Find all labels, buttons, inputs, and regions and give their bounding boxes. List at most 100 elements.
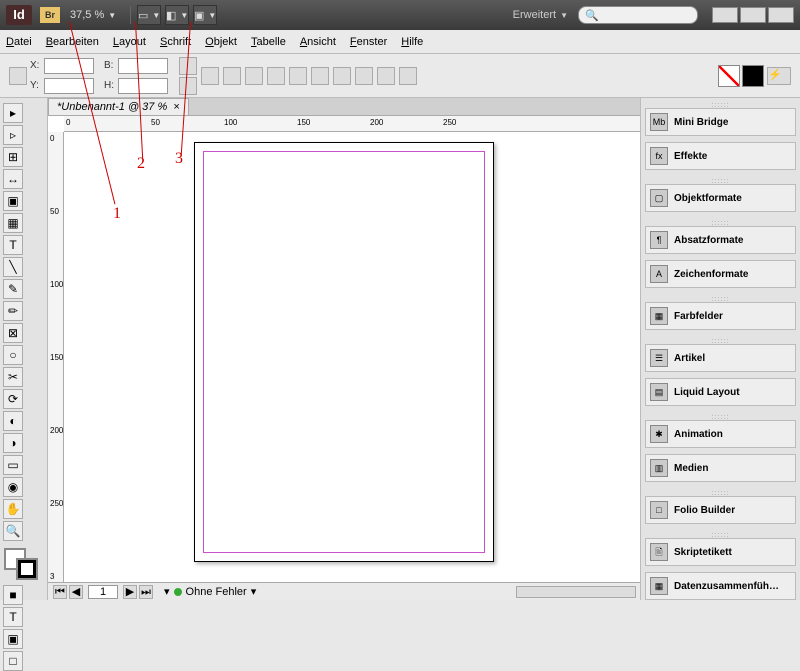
vertical-ruler[interactable]: 0 50 100 150 200 250 3 xyxy=(48,132,64,582)
select-container[interactable] xyxy=(289,67,307,85)
panel-effekte[interactable]: fxEffekte xyxy=(645,142,796,170)
pencil-tool[interactable]: ✏ xyxy=(3,301,23,321)
content-placer[interactable]: ▦ xyxy=(3,213,23,233)
preflight-status-icon xyxy=(174,588,182,596)
flip-h[interactable] xyxy=(245,67,263,85)
tab-close-icon[interactable]: × xyxy=(173,101,179,113)
workspace-label: Erweitert xyxy=(513,9,556,21)
free-transform-tool[interactable]: ⟳ xyxy=(3,389,23,409)
menu-schrift[interactable]: Schrift xyxy=(160,36,191,48)
pen-tool[interactable]: ✎ xyxy=(3,279,23,299)
note-tool[interactable]: ▭ xyxy=(3,455,23,475)
rotate-field[interactable] xyxy=(201,67,219,85)
x-label: X: xyxy=(30,60,44,71)
horizontal-ruler[interactable]: 0 50 100 150 200 250 xyxy=(64,116,640,132)
arrange-button[interactable]: ▣▼ xyxy=(193,5,217,25)
maximize-button[interactable]: □ xyxy=(740,7,766,23)
panel-dock: MbMini Bridge fxEffekte ▢Objektformate ¶… xyxy=(640,98,800,600)
document-area: *Unbenannt-1 @ 37 % × 0 50 100 150 200 2… xyxy=(48,98,640,600)
panel-liquid-layout[interactable]: ▤Liquid Layout xyxy=(645,378,796,406)
bridge-button[interactable]: Br xyxy=(40,7,60,23)
fill-swatch[interactable] xyxy=(718,65,740,87)
normal-view[interactable]: ▣ xyxy=(3,629,23,649)
menu-datei[interactable]: Datei xyxy=(6,36,32,48)
paragraph-styles-icon: ¶ xyxy=(650,231,668,249)
next-page[interactable]: ▶ xyxy=(123,585,137,599)
apply-text[interactable]: T xyxy=(3,607,23,627)
page-number-field[interactable]: 1 xyxy=(88,585,118,599)
apply-color[interactable]: ■ xyxy=(3,585,23,605)
prev-page[interactable]: ◀ xyxy=(69,585,83,599)
menu-ansicht[interactable]: Ansicht xyxy=(300,36,336,48)
hand-tool[interactable]: ✋ xyxy=(3,499,23,519)
color-swatches[interactable] xyxy=(2,548,45,584)
search-input[interactable]: 🔍 xyxy=(578,6,698,24)
close-button[interactable]: × xyxy=(768,7,794,23)
menu-fenster[interactable]: Fenster xyxy=(350,36,387,48)
stroke-swatch[interactable] xyxy=(742,65,764,87)
direct-selection-tool[interactable]: ▹ xyxy=(3,125,23,145)
menu-hilfe[interactable]: Hilfe xyxy=(401,36,423,48)
stroke-color[interactable] xyxy=(16,558,38,580)
gradient-feather-tool[interactable]: ◑ xyxy=(3,433,23,453)
page[interactable] xyxy=(194,142,494,562)
align-left[interactable] xyxy=(355,67,373,85)
app-logo: Id xyxy=(6,5,32,25)
panel-zeichenformate[interactable]: AZeichenformate xyxy=(645,260,796,288)
panel-medien[interactable]: ▥Medien xyxy=(645,454,796,482)
panel-artikel[interactable]: ☰Artikel xyxy=(645,344,796,372)
preflight-status[interactable]: Ohne Fehler xyxy=(186,586,247,598)
type-tool[interactable]: T xyxy=(3,235,23,255)
minimize-button[interactable]: — xyxy=(712,7,738,23)
menu-objekt[interactable]: Objekt xyxy=(205,36,237,48)
chevron-down-icon: ▼ xyxy=(108,11,116,20)
workspace-switcher[interactable]: Erweitert▼ xyxy=(513,9,568,21)
gap-tool[interactable]: ↔ xyxy=(3,169,23,189)
ellipse-tool[interactable]: ○ xyxy=(3,345,23,365)
character-styles-icon: A xyxy=(650,265,668,283)
content-collector[interactable]: ▣ xyxy=(3,191,23,211)
select-content[interactable] xyxy=(311,67,329,85)
canvas[interactable] xyxy=(64,132,640,582)
panel-folio-builder[interactable]: □Folio Builder xyxy=(645,496,796,524)
scissors-tool[interactable]: ✂ xyxy=(3,367,23,387)
line-tool[interactable]: ╲ xyxy=(3,257,23,277)
eyedropper-tool[interactable]: ◉ xyxy=(3,477,23,497)
panel-absatzformate[interactable]: ¶Absatzformate xyxy=(645,226,796,254)
screen-mode-button[interactable]: ◧▼ xyxy=(165,5,189,25)
scale-y[interactable] xyxy=(179,77,197,95)
menu-tabelle[interactable]: Tabelle xyxy=(251,36,286,48)
first-page[interactable]: ⏮ xyxy=(53,585,67,599)
w-field[interactable] xyxy=(118,58,168,74)
panel-farbfelder[interactable]: ▦Farbfelder xyxy=(645,302,796,330)
quick-apply[interactable]: ⚡ xyxy=(767,67,791,85)
horizontal-scrollbar[interactable] xyxy=(516,586,636,598)
h-field[interactable] xyxy=(118,78,168,94)
gradient-swatch-tool[interactable]: ◐ xyxy=(3,411,23,431)
last-page[interactable]: ⏭ xyxy=(139,585,153,599)
zoom-dropdown[interactable]: 37,5 %▼ xyxy=(70,9,116,21)
flip-v[interactable] xyxy=(267,67,285,85)
align-right[interactable] xyxy=(399,67,417,85)
rectangle-frame-tool[interactable]: ⊠ xyxy=(3,323,23,343)
panel-animation[interactable]: ✱Animation xyxy=(645,420,796,448)
panel-mini-bridge[interactable]: MbMini Bridge xyxy=(645,108,796,136)
zoom-tool[interactable]: 🔍 xyxy=(3,521,23,541)
align-center[interactable] xyxy=(377,67,395,85)
search-icon: 🔍 xyxy=(585,9,599,22)
menu-layout[interactable]: Layout xyxy=(113,36,146,48)
ref-point[interactable] xyxy=(9,67,27,85)
status-bar: ⏮ ◀ 1 ▶ ⏭ ▾ Ohne Fehler ▾ xyxy=(48,582,640,600)
panel-skriptetikett[interactable]: 🖹Skriptetikett xyxy=(645,538,796,566)
x-field[interactable] xyxy=(44,58,94,74)
fit-content[interactable] xyxy=(333,67,351,85)
view-options-button[interactable]: ▭▼ xyxy=(137,5,161,25)
page-tool[interactable]: ⊞ xyxy=(3,147,23,167)
panel-datenzusammen[interactable]: ▦Datenzusammenfüh… xyxy=(645,572,796,600)
document-tab[interactable]: *Unbenannt-1 @ 37 % × xyxy=(48,98,189,115)
selection-tool[interactable]: ▸ xyxy=(3,103,23,123)
preview-view[interactable]: □ xyxy=(3,651,23,671)
panel-objektformate[interactable]: ▢Objektformate xyxy=(645,184,796,212)
shear-field[interactable] xyxy=(223,67,241,85)
script-label-icon: 🖹 xyxy=(650,543,668,561)
